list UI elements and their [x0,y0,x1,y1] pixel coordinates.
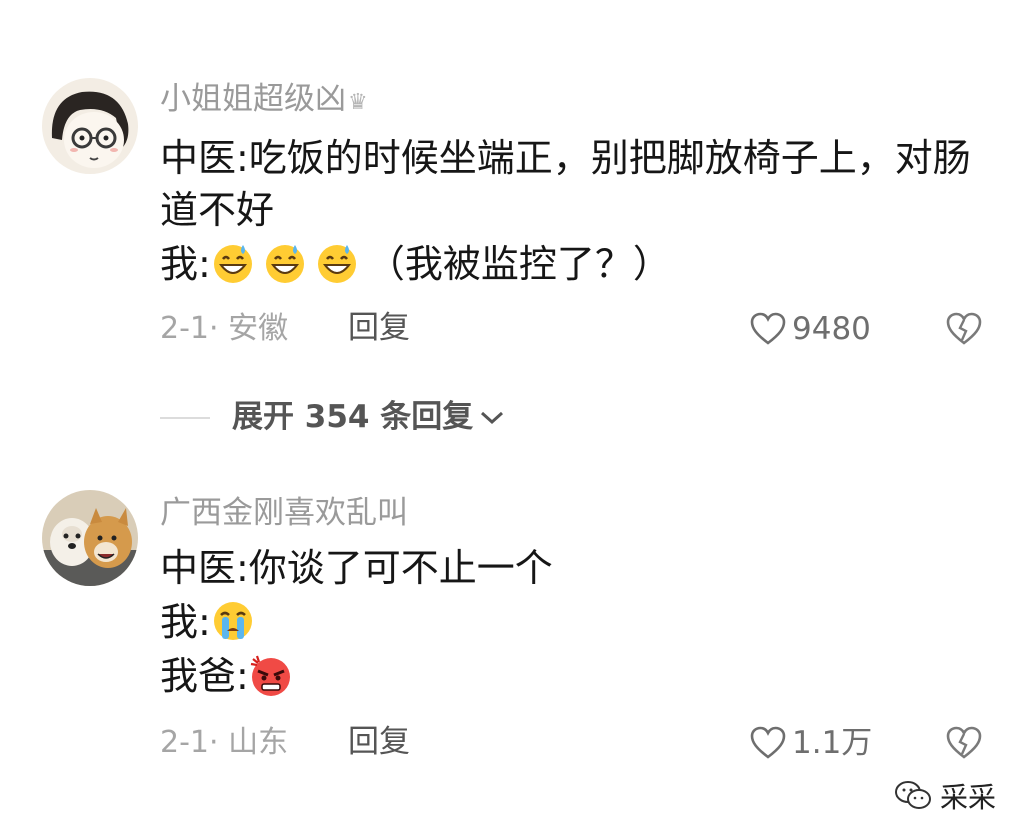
username[interactable]: 小姐姐超级凶♛ [160,84,368,115]
comment-location: 山东 [228,725,289,760]
grinning-sweat-emoji-icon [315,241,359,285]
chevron-down-icon [481,411,504,424]
broken-heart-icon [946,312,982,345]
comment-line: 我: [160,596,990,648]
username-text[interactable]: 广西金刚喜欢乱叫 [160,495,408,531]
comment-item: 小姐姐超级凶♛ 中医:吃饭的时候坐端正，别把脚放椅子上，对肠道不好 我: （我被… [0,0,1028,380]
crying-face-emoji-icon [211,599,255,643]
angry-face-emoji-icon [249,653,293,697]
comment-line-prefix: 我爸: [160,654,249,698]
comment-location: 安徽 [228,311,289,346]
two-dogs-avatar-icon [42,490,138,586]
like-button[interactable]: 1.1万 [750,726,872,760]
expand-replies-button[interactable]: 展开 354 条回复 [160,402,505,433]
comment-line-suffix: （我被监控了？） [366,242,671,286]
comment-line: 我爸: [160,650,990,702]
comment-line-prefix: 我: [160,242,211,286]
grinning-sweat-emoji-icon [211,241,255,285]
reply-button[interactable]: 回复 [348,313,410,344]
watermark-text: 采采 [940,781,997,814]
expand-replies-label: 展开 354 条回复 [232,399,474,435]
crown-icon: ♛ [348,90,368,115]
comment-text: 中医:你谈了可不止一个 我: 我爸: [160,542,990,702]
wechat-icon [895,781,931,809]
meta-separator: · [209,311,219,346]
watermark: 采采 [894,776,996,816]
comment-meta: 2-1· 山东 [160,728,288,758]
comment-text: 中医:吃饭的时候坐端正，别把脚放椅子上，对肠道不好 我: （我被监控了？） [160,132,990,290]
comment-date: 2-1 [160,725,209,760]
like-button[interactable]: 9480 [750,312,871,346]
username[interactable]: 广西金刚喜欢乱叫 [160,498,408,529]
avatar[interactable] [42,78,138,174]
comment-line: 中医:你谈了可不止一个 [160,546,553,590]
grinning-sweat-emoji-icon [263,241,307,285]
reply-button[interactable]: 回复 [348,727,410,758]
dislike-button[interactable] [946,726,982,764]
cartoon-girl-avatar-icon [42,78,138,174]
comment-item: 广西金刚喜欢乱叫 中医:你谈了可不止一个 我: 我爸: 2-1· 山东 回复 1… [0,460,1028,780]
heart-outline-icon [750,726,786,759]
heart-outline-icon [750,312,786,345]
broken-heart-icon [946,726,982,759]
like-count: 9480 [792,310,871,347]
divider [160,416,210,419]
comment-meta: 2-1· 安徽 [160,314,288,344]
like-count: 1.1万 [792,724,873,761]
comment-line: 中医:吃饭的时候坐端正，别把脚放椅子上，对肠道不好 [160,136,971,232]
comment-line-prefix: 我: [160,600,211,644]
comment-date: 2-1 [160,311,209,346]
dislike-button[interactable] [946,312,982,350]
comment-line: 我: （我被监控了？） [160,238,990,290]
meta-separator: · [209,725,219,760]
username-text[interactable]: 小姐姐超级凶 [160,81,346,117]
avatar[interactable] [42,490,138,586]
